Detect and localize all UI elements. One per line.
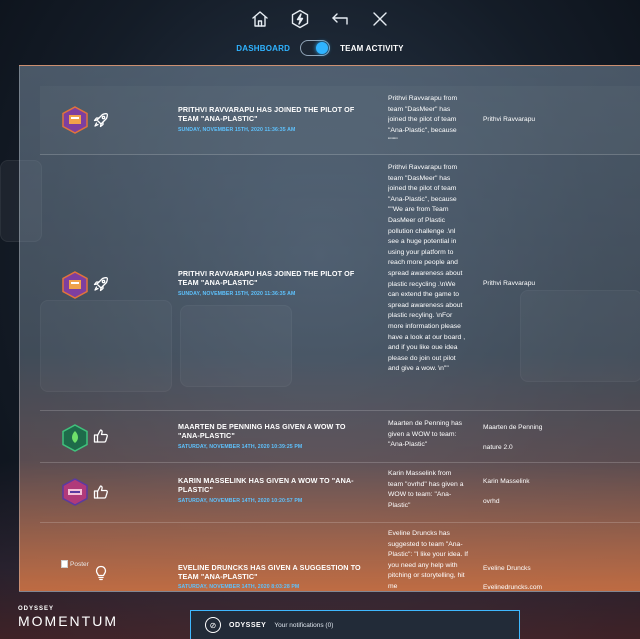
activity-date: SATURDAY, NOVEMBER 14TH, 2020 10:20:57 P…: [178, 498, 303, 504]
dashboard-label[interactable]: DASHBOARD: [236, 44, 290, 53]
activity-date: SUNDAY, NOVEMBER 15TH, 2020 11:36:35 AM: [178, 127, 296, 133]
top-navigation: [0, 8, 640, 32]
lightning-hex-icon[interactable]: [289, 8, 311, 30]
team-badge-pink-icon: [62, 478, 88, 506]
team-name[interactable]: ovrhd: [483, 498, 593, 505]
activity-title: PRITHVI RAVVARAPU HAS JOINED THE PILOT O…: [178, 269, 355, 287]
brand-large-text: MOMENTUM: [18, 613, 118, 629]
close-icon[interactable]: [369, 8, 391, 30]
activity-message: Prithvi Ravvarapu from team "DasMeer" ha…: [388, 164, 466, 373]
brand-logo: ODYSSEY MOMENTUM: [18, 606, 118, 629]
member-name[interactable]: Eveline Druncks: [483, 565, 593, 572]
view-toggle: DASHBOARD TEAM ACTIVITY: [0, 38, 640, 58]
activity-row: KARIN MASSELINK HAS GIVEN A WOW TO "ANA-…: [40, 462, 640, 523]
poster-alt-text: Poster: [70, 560, 89, 568]
team-badge-green-icon: [62, 424, 88, 452]
activity-row: Poster EVELINE DRUNCKS HAS GIVEN A SUGGE…: [40, 522, 640, 591]
member-name[interactable]: Prithvi Ravvarapu: [483, 116, 593, 123]
team-name[interactable]: nature 2.0: [483, 444, 593, 451]
activity-date: SUNDAY, NOVEMBER 15TH, 2020 11:36:35 AM: [178, 291, 296, 297]
team-activity-label[interactable]: TEAM ACTIVITY: [340, 44, 404, 53]
activity-message: Maarten de Penning has given a WOW to te…: [388, 420, 463, 449]
thumbs-up-icon: [93, 484, 111, 502]
rocket-icon: [93, 276, 111, 294]
odyssey-logo-icon: ⊘: [205, 617, 221, 633]
activity-date: SATURDAY, NOVEMBER 14TH, 2020 10:39:25 P…: [178, 444, 303, 450]
lightbulb-icon: [93, 565, 111, 583]
notifications-count[interactable]: Your notifications (0): [274, 622, 333, 629]
notification-bar[interactable]: ⊘ ODYSSEY Your notifications (0): [190, 610, 520, 639]
home-icon[interactable]: [249, 8, 271, 30]
activity-title: MAARTEN DE PENNING HAS GIVEN A WOW TO "A…: [178, 422, 346, 440]
poster-image: Poster: [61, 560, 89, 568]
team-badge-purple-icon: [62, 106, 88, 134]
activity-title: KARIN MASSELINK HAS GIVEN A WOW TO "ANA-…: [178, 476, 354, 494]
rocket-icon: [93, 112, 111, 130]
activity-message: Karin Masselink from team "ovrhd" has gi…: [388, 470, 464, 509]
notification-brand: ODYSSEY: [229, 621, 267, 629]
thumbs-up-icon: [93, 428, 111, 446]
activity-message: Prithvi Ravvarapu from team "DasMeer" ha…: [388, 95, 458, 145]
team-badge-purple-icon: [62, 271, 88, 299]
view-switch[interactable]: [300, 40, 331, 56]
activity-date: SATURDAY, NOVEMBER 14TH, 2020 8:03:28 PM: [178, 584, 300, 590]
activity-message: Eveline Druncks has suggested to team "A…: [388, 530, 468, 589]
activity-row: PRITHVI RAVVARAPU HAS JOINED THE PILOT O…: [40, 154, 640, 411]
broken-image-icon: [61, 560, 68, 568]
activity-row: MAARTEN DE PENNING HAS GIVEN A WOW TO "A…: [40, 410, 640, 463]
member-name[interactable]: Prithvi Ravvarapu: [483, 280, 593, 287]
brand-small-text: ODYSSEY: [18, 606, 55, 612]
activity-panel: PRITHVI RAVVARAPU HAS JOINED THE PILOT O…: [19, 65, 640, 592]
switch-knob: [316, 42, 329, 54]
member-website-link[interactable]: Evelinedruncks.com: [483, 584, 593, 591]
member-name[interactable]: Karin Masselink: [483, 478, 593, 485]
activity-row: PRITHVI RAVVARAPU HAS JOINED THE PILOT O…: [40, 86, 640, 155]
back-arrow-icon[interactable]: [329, 8, 351, 30]
activity-title: PRITHVI RAVVARAPU HAS JOINED THE PILOT O…: [178, 105, 355, 123]
activity-title: EVELINE DRUNCKS HAS GIVEN A SUGGESTION T…: [178, 563, 361, 581]
member-name[interactable]: Maarten de Penning: [483, 424, 593, 431]
